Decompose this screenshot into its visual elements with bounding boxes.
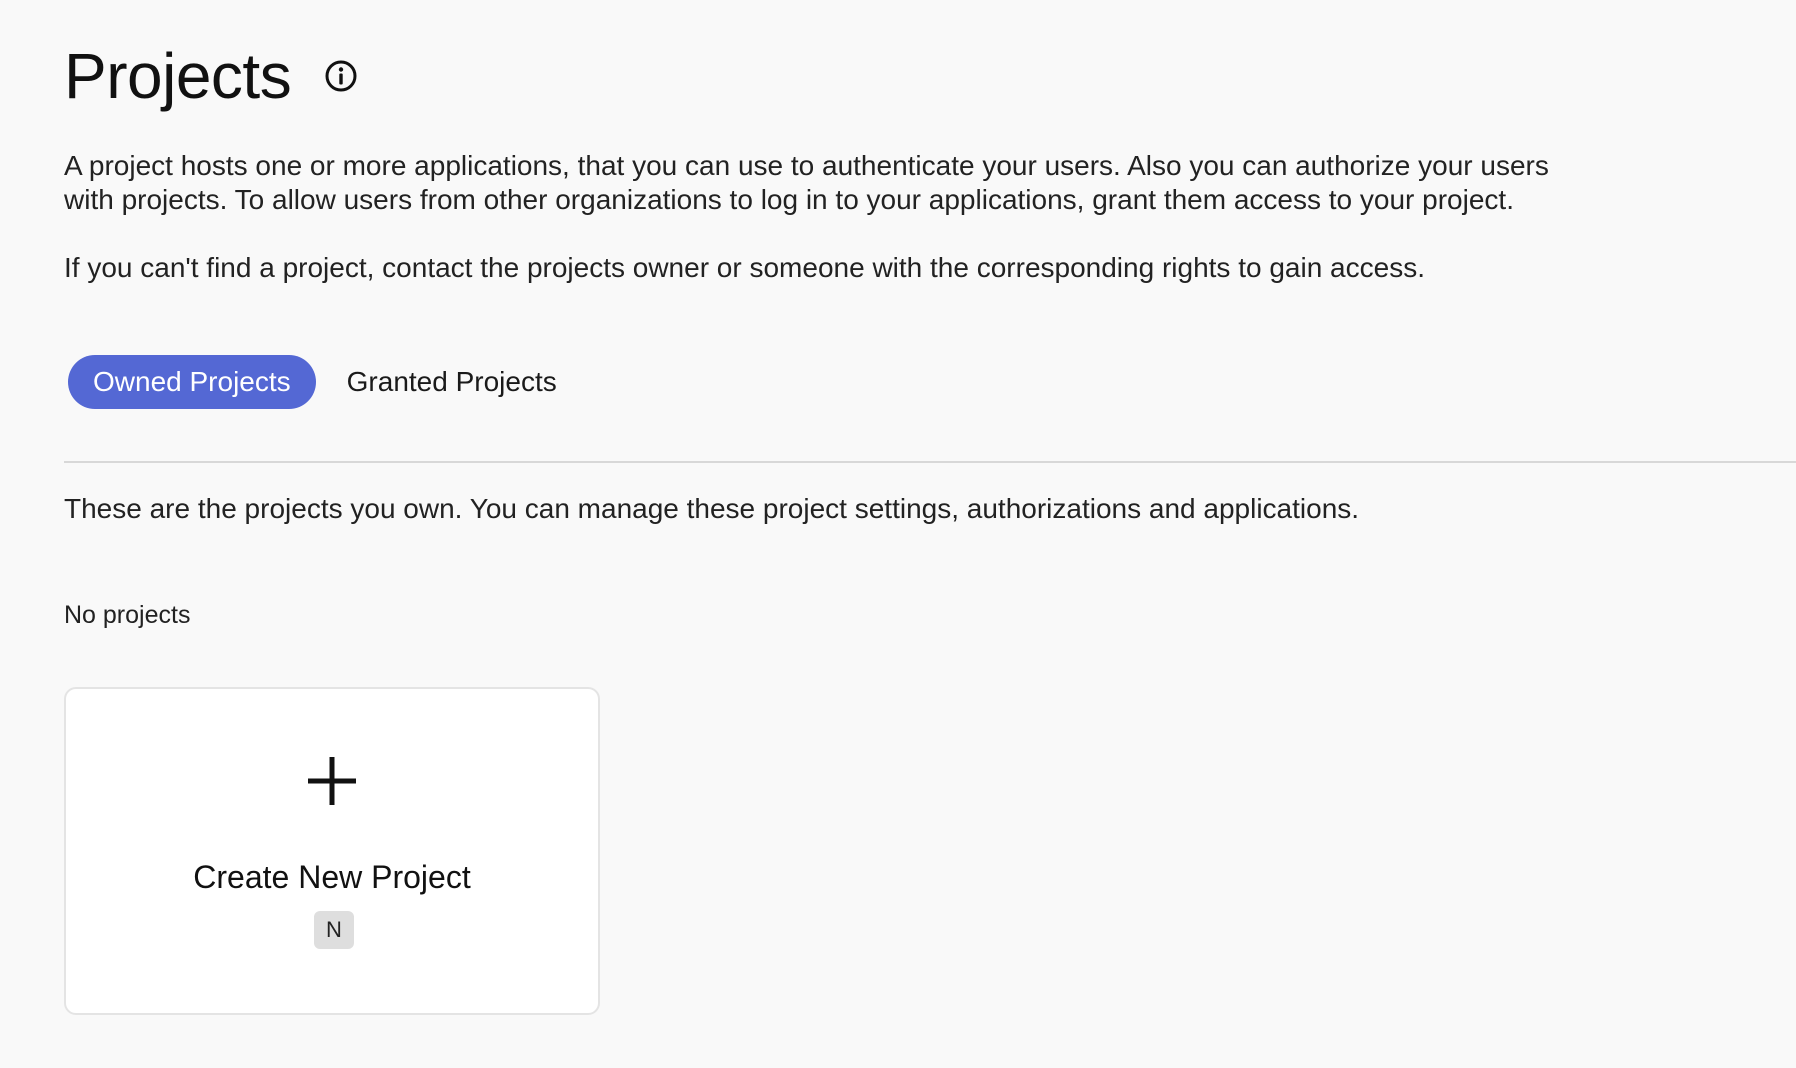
info-circle-icon[interactable] [323, 58, 359, 94]
tab-granted-projects[interactable]: Granted Projects [322, 355, 582, 409]
access-hint: If you can't find a project, contact the… [64, 252, 1425, 283]
intro-description: A project hosts one or more applications… [64, 150, 1549, 215]
page-header: Projects [64, 36, 359, 116]
plus-icon [306, 755, 358, 807]
tabs-divider [64, 461, 1796, 463]
keyboard-shortcut-badge: N [314, 911, 354, 949]
page-title: Projects [64, 40, 292, 112]
owned-projects-description: These are the projects you own. You can … [64, 493, 1360, 524]
create-project-card[interactable]: Create New Project N [64, 687, 600, 1015]
empty-state-label: No projects [64, 601, 191, 629]
project-tabs: Owned Projects Granted Projects [68, 355, 582, 409]
create-project-label: Create New Project [193, 859, 471, 895]
tab-owned-projects[interactable]: Owned Projects [68, 355, 316, 409]
